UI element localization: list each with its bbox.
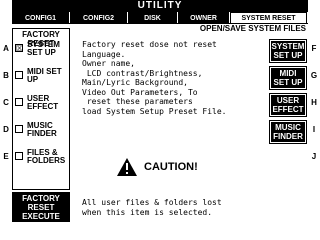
checkbox[interactable] (15, 98, 23, 106)
warning-icon (117, 158, 137, 176)
checkbox[interactable] (15, 125, 23, 133)
description-text: Factory reset dose not reset Language. O… (82, 40, 227, 116)
warning-text: All user files & folders lost when this … (82, 198, 222, 217)
button-letter-f: F (311, 44, 317, 53)
factory-reset-execute-button[interactable]: FACTORY RESET EXECUTE (12, 192, 70, 222)
caution-label: CAUTION! (144, 161, 198, 173)
button-letter-g: G (310, 71, 318, 80)
option-music-finder[interactable]: MUSIC FINDER (15, 122, 69, 144)
system-setup-button[interactable]: SYSTEM SET UP (269, 39, 307, 63)
option-system-setup[interactable]: ☒ SYSTEM SET UP (15, 41, 69, 63)
button-letter-b: B (3, 71, 9, 80)
button-letter-e: E (3, 152, 9, 161)
option-midi-setup[interactable]: MIDI SET UP (15, 68, 69, 90)
button-letter-a: A (3, 44, 9, 53)
option-label: MIDI SET UP (27, 67, 62, 84)
music-finder-button[interactable]: MUSIC FINDER (269, 120, 307, 144)
option-label: MUSIC FINDER (27, 121, 57, 138)
lcd-screen: UTILITY CONFIG1 CONFIG2 DISK OWNER SYSTE… (12, 0, 308, 222)
midi-setup-button[interactable]: MIDI SET UP (269, 66, 307, 90)
window-title: UTILITY (12, 0, 308, 12)
checkbox[interactable]: ☒ (15, 44, 23, 53)
page-heading: OPEN/SAVE SYSTEM FILES (199, 24, 306, 33)
checkbox[interactable] (15, 152, 23, 160)
factory-reset-panel: FACTORY RESET ☒ SYSTEM SET UP MIDI SET U… (12, 28, 70, 190)
option-label: FILES & FOLDERS (27, 148, 66, 165)
option-label: USER EFFECT (27, 94, 59, 111)
button-letter-h: H (311, 98, 317, 107)
button-letter-c: C (3, 98, 9, 107)
button-letter-j: J (311, 152, 317, 161)
option-label: SYSTEM SET UP (27, 40, 60, 57)
button-letter-i: I (312, 125, 316, 134)
option-files-folders[interactable]: FILES & FOLDERS (15, 149, 69, 171)
checkbox[interactable] (15, 71, 23, 79)
button-letter-d: D (3, 125, 9, 134)
option-user-effect[interactable]: USER EFFECT (15, 95, 69, 117)
user-effect-button[interactable]: USER EFFECT (269, 93, 307, 117)
